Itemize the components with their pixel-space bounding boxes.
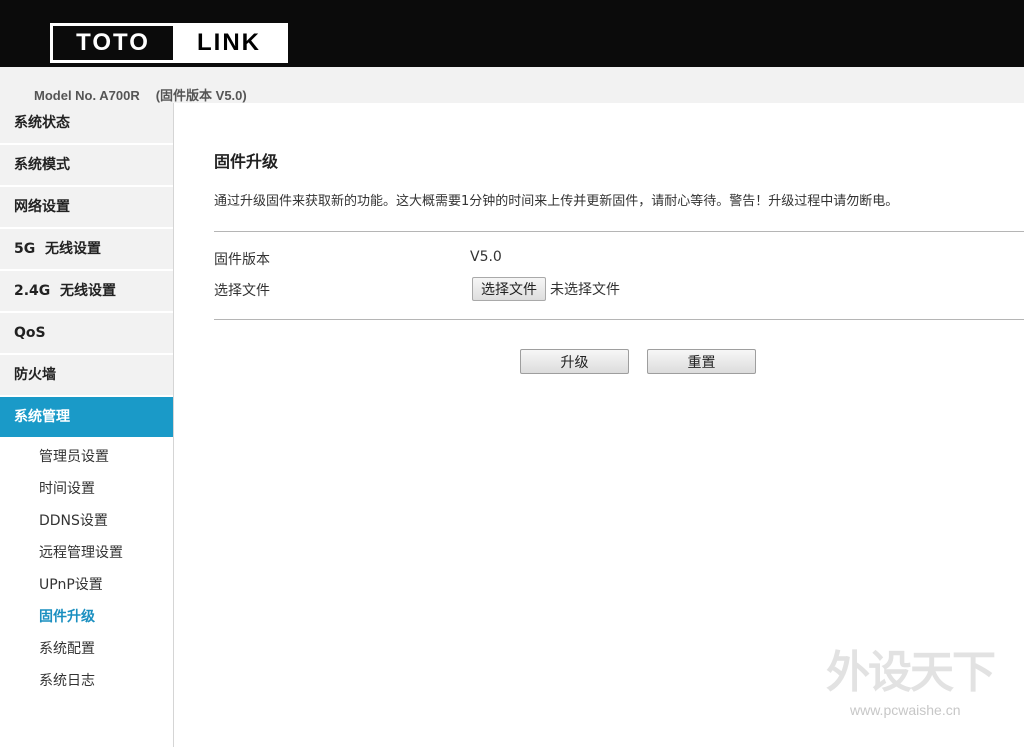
sidebar-item-firewall[interactable]: 防火墙 [0,355,173,397]
sidebar-subitem-upnp[interactable]: UPnP设置 [0,569,173,601]
sidebar-submenu: 管理员设置 时间设置 DDNS设置 远程管理设置 UPnP设置 固件升级 系统配… [0,439,173,697]
sidebar-subitem-remote-management[interactable]: 远程管理设置 [0,537,173,569]
page-description: 通过升级固件来获取新的功能。这大概需要1分钟的时间来上传并更新固件，请耐心等待。… [214,194,899,209]
sidebar-item-network-settings[interactable]: 网络设置 [0,187,173,229]
sidebar-subitem-system-config[interactable]: 系统配置 [0,633,173,665]
model-number: Model No. A700R [34,88,140,103]
sidebar-subitem-system-log[interactable]: 系统日志 [0,665,173,697]
divider-top [214,231,1024,232]
sidebar-item-5g-wireless[interactable]: 5G 无线设置 [0,229,173,271]
sidebar-item-24g-wireless[interactable]: 2.4G 无线设置 [0,271,173,313]
watermark: 外设天下 www.pcwaishe.cn [826,648,1006,728]
sidebar-item-qos[interactable]: QoS [0,313,173,355]
firmware-version-value: V5.0 [470,249,502,265]
logo-text-link: LINK [173,26,285,60]
logo-text-toto: TOTO [76,29,150,56]
sidebar-subitem-time-settings[interactable]: 时间设置 [0,473,173,505]
divider-bottom [214,319,1024,320]
watermark-text: 外设天下 [826,647,996,698]
upgrade-button[interactable]: 升级 [520,349,629,374]
page-title: 固件升级 [214,152,279,171]
file-status: 未选择文件 [550,282,620,298]
sidebar-subitem-ddns[interactable]: DDNS设置 [0,505,173,537]
sidebar-subitem-firmware-upgrade[interactable]: 固件升级 [0,601,173,633]
choose-file-button[interactable]: 选择文件 [472,277,546,301]
header-firmware-version: (固件版本 V5.0) [155,88,247,103]
sidebar-item-system-mode[interactable]: 系统模式 [0,145,173,187]
sidebar-subitem-admin-settings[interactable]: 管理员设置 [0,441,173,473]
sidebar-item-system-management[interactable]: 系统管理 [0,397,173,439]
select-file-label: 选择文件 [214,283,270,299]
watermark-url: www.pcwaishe.cn [850,702,961,718]
sidebar: 系统状态 系统模式 网络设置 5G 无线设置 2.4G 无线设置 QoS 防火墙… [0,103,174,747]
firmware-version-label: 固件版本 [214,252,270,268]
model-info: Model No. A700R (固件版本 V5.0) [34,85,247,104]
reset-button[interactable]: 重置 [647,349,756,374]
model-bar: Model No. A700R (固件版本 V5.0) [0,67,1024,103]
totolink-logo: TOTO LINK [50,23,288,63]
file-input: 选择文件 未选择文件 [472,277,620,301]
top-bar: TOTO LINK [0,0,1024,67]
sidebar-item-system-status[interactable]: 系统状态 [0,103,173,145]
